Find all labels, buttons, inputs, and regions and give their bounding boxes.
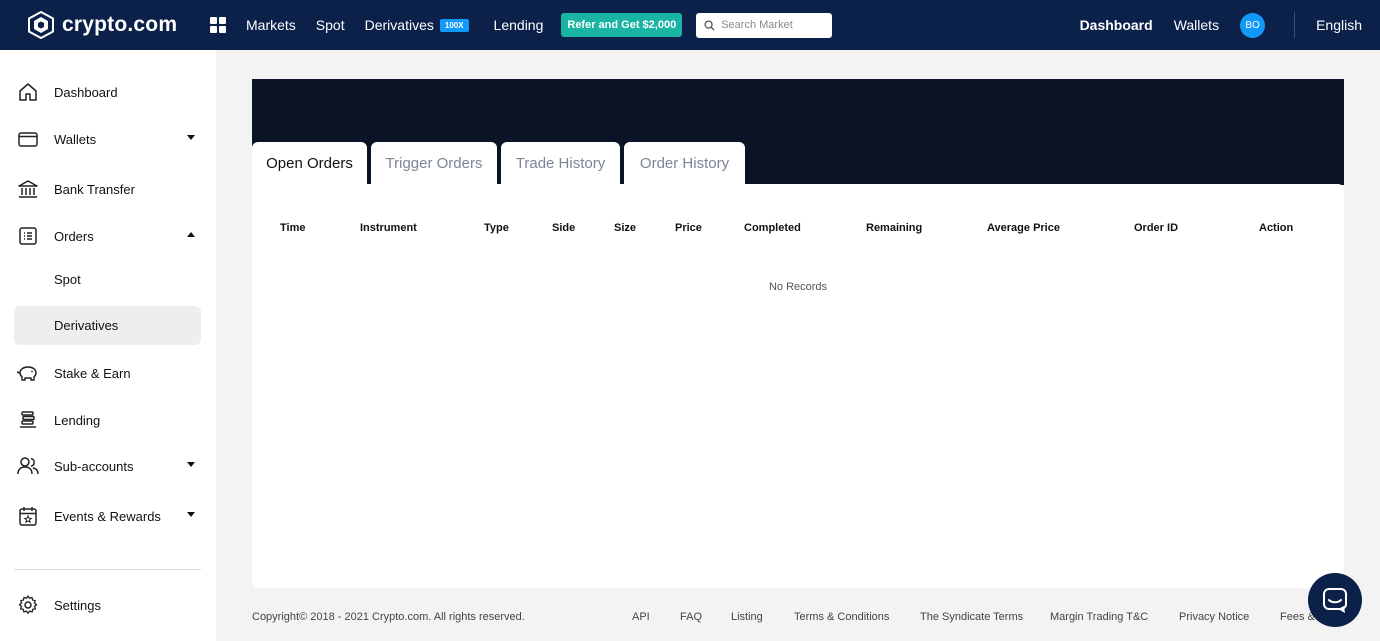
calendar-star-icon	[16, 504, 40, 528]
page-title: Derivatives Orders	[252, 83, 502, 114]
sidebar-item-label: Events & Rewards	[54, 508, 161, 524]
sidebar-item-wallets[interactable]: Wallets	[14, 119, 201, 159]
search-market-input[interactable]	[721, 19, 826, 31]
home-icon	[16, 80, 40, 104]
column-header-time[interactable]: Time	[280, 222, 305, 234]
sidebar-item-orders-derivatives[interactable]: Derivatives	[14, 306, 201, 345]
sidebar-item-settings[interactable]: Settings	[14, 585, 201, 625]
tab-open-orders[interactable]: Open Orders	[252, 142, 367, 184]
column-header-action: Action	[1259, 222, 1294, 234]
search-icon	[704, 19, 715, 31]
sidebar-item-label: Spot	[54, 272, 81, 287]
sidebar-item-dashboard[interactable]: Dashboard	[14, 72, 201, 112]
chevron-down-icon	[187, 462, 195, 467]
tab-trade-history[interactable]: Trade History	[501, 142, 620, 184]
refer-button[interactable]: Refer and Get $2,000	[561, 13, 683, 37]
topbar-divider	[1294, 12, 1296, 38]
orders-table-card: Time Instrument Type Side Size Price Com…	[252, 184, 1344, 588]
column-header-instrument[interactable]: Instrument	[360, 222, 417, 234]
sidebar-item-label: Dashboard	[54, 84, 118, 100]
column-header-completed[interactable]: Completed	[744, 222, 801, 234]
support-chat-button[interactable]	[1308, 573, 1362, 627]
footer-link-listing[interactable]: Listing	[731, 611, 763, 623]
nav-markets[interactable]: Markets	[246, 17, 296, 33]
nav-spot[interactable]: Spot	[316, 17, 345, 33]
sidebar-item-stake-earn[interactable]: Stake & Earn	[14, 353, 201, 393]
sidebar-item-label: Orders	[54, 228, 94, 244]
chat-icon	[1323, 588, 1347, 613]
column-header-average-price[interactable]: Average Price	[987, 222, 1060, 234]
nav-derivatives[interactable]: Derivatives 100X	[365, 17, 469, 33]
sidebar-item-label: Lending	[54, 412, 101, 428]
language-selector[interactable]: English	[1316, 17, 1362, 33]
top-dashboard-link[interactable]: Dashboard	[1080, 17, 1153, 33]
sidebar-item-label: Derivatives	[54, 318, 119, 333]
top-navigation-bar: crypto.com Markets Spot Derivatives 100X …	[0, 0, 1380, 50]
sidebar-item-label: Wallets	[54, 131, 97, 147]
empty-state-text: No Records	[768, 281, 828, 293]
sidebar-item-label: Bank Transfer	[54, 181, 135, 197]
lending-icon	[16, 408, 40, 432]
column-header-size[interactable]: Size	[614, 222, 636, 234]
nav-derivatives-label: Derivatives	[364, 17, 434, 33]
footer-link-margin-trading[interactable]: Margin Trading T&C	[1050, 611, 1148, 623]
footer-link-privacy[interactable]: Privacy Notice	[1179, 611, 1249, 623]
wallet-icon	[16, 127, 40, 151]
piggy-bank-icon	[16, 361, 40, 385]
top-right-controls: Dashboard Wallets BO English	[1080, 0, 1380, 50]
search-market-box[interactable]	[696, 12, 833, 38]
brand-logo[interactable]: crypto.com	[28, 11, 198, 39]
footer-link-faq[interactable]: FAQ	[680, 611, 702, 623]
tab-trigger-orders[interactable]: Trigger Orders	[371, 142, 497, 184]
sidebar-item-label: Stake & Earn	[54, 365, 131, 381]
leverage-badge: 100X	[439, 19, 469, 32]
footer-copyright: Copyright© 2018 - 2021 Crypto.com. All r…	[252, 611, 525, 623]
sidebar-item-bank-transfer[interactable]: Bank Transfer	[14, 169, 201, 209]
column-header-price[interactable]: Price	[675, 222, 702, 234]
gear-icon	[16, 593, 40, 617]
apps-grid-icon[interactable]	[210, 17, 226, 33]
chevron-down-icon	[187, 135, 195, 140]
footer-link-syndicate-terms[interactable]: The Syndicate Terms	[920, 611, 1023, 623]
bank-icon	[16, 177, 40, 201]
sidebar-item-lending[interactable]: Lending	[14, 400, 201, 440]
crypto-logo-icon	[28, 11, 54, 39]
sidebar-item-sub-accounts[interactable]: Sub-accounts	[14, 446, 201, 486]
sidebar-item-label: Settings	[54, 597, 101, 613]
footer-link-terms[interactable]: Terms & Conditions	[794, 611, 889, 623]
sidebar-item-events-rewards[interactable]: Events & Rewards	[14, 496, 201, 536]
column-header-order-id[interactable]: Order ID	[1134, 222, 1178, 234]
chevron-up-icon	[187, 232, 195, 237]
users-icon	[16, 454, 40, 478]
column-header-side[interactable]: Side	[552, 222, 575, 234]
sidebar-divider	[14, 569, 201, 570]
sidebar: Dashboard Wallets Bank Transfer Orders S…	[0, 50, 216, 641]
column-header-remaining[interactable]: Remaining	[866, 222, 922, 234]
orders-icon	[16, 224, 40, 248]
sidebar-item-label: Sub-accounts	[54, 458, 134, 474]
column-header-type[interactable]: Type	[484, 222, 509, 234]
footer-link-fees[interactable]: Fees &	[1280, 611, 1315, 623]
sidebar-item-orders[interactable]: Orders	[14, 216, 201, 256]
chevron-down-icon	[187, 512, 195, 517]
brand-name: crypto.com	[62, 13, 178, 36]
nav-lending[interactable]: Lending	[494, 17, 544, 33]
tab-order-history[interactable]: Order History	[624, 142, 745, 184]
avatar[interactable]: BO	[1240, 12, 1266, 38]
sidebar-item-orders-spot[interactable]: Spot	[14, 260, 201, 299]
footer-link-api[interactable]: API	[632, 611, 650, 623]
top-wallets-link[interactable]: Wallets	[1174, 17, 1219, 33]
